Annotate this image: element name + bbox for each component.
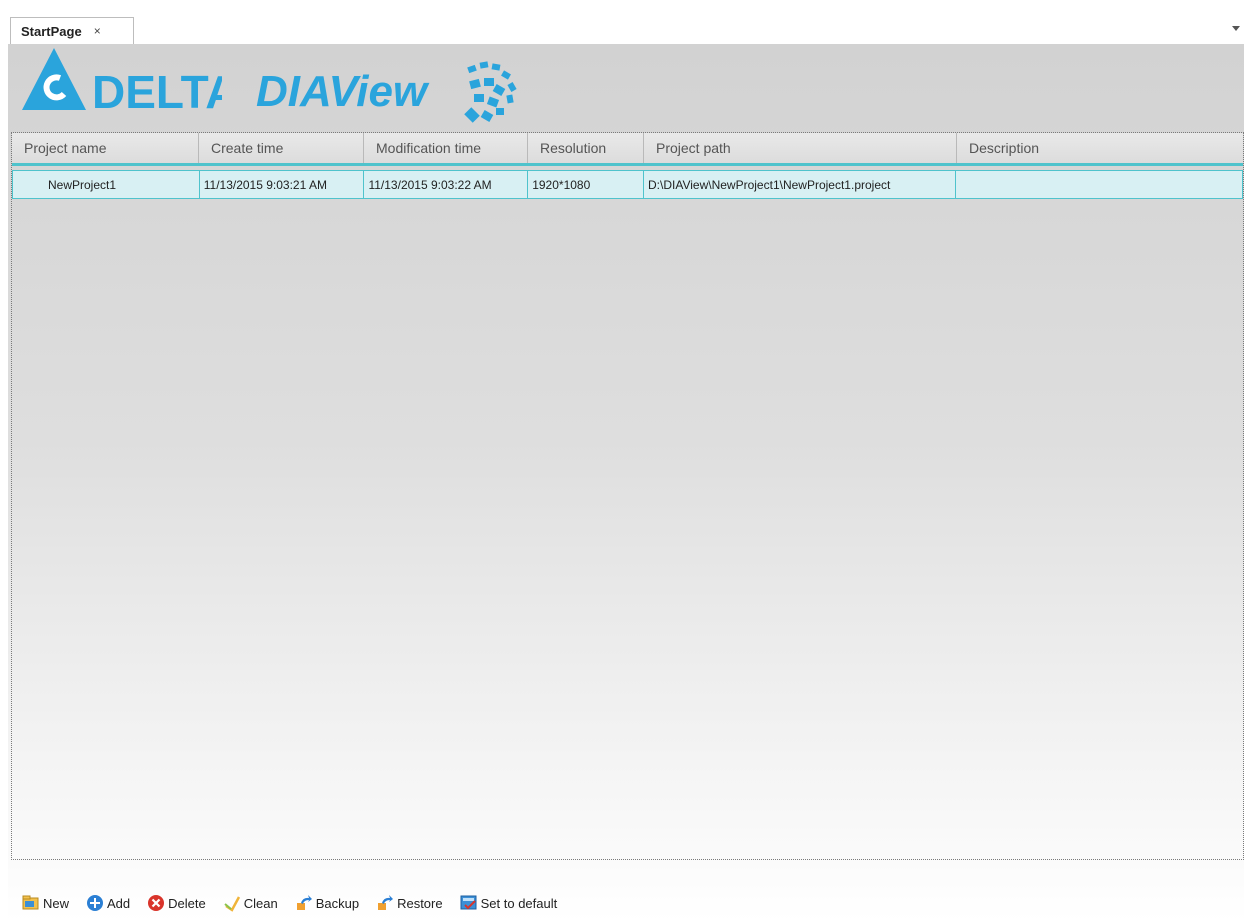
cell-project-path: D:\DIAView\NewProject1\NewProject1.proje… (644, 171, 957, 198)
column-create-time[interactable]: Create time (199, 133, 364, 163)
column-modification-time[interactable]: Modification time (364, 133, 528, 163)
clean-icon (224, 896, 240, 912)
restore-button[interactable]: Restore (376, 894, 443, 912)
grid-header: Project name Create time Modification ti… (12, 133, 1243, 166)
add-label: Add (107, 895, 131, 911)
backup-label: Backup (315, 895, 360, 911)
column-project-path[interactable]: Project path (644, 133, 957, 163)
restore-icon (378, 895, 394, 910)
set-to-default-label: Set to default (480, 895, 558, 911)
cell-create-time: 11/13/2015 9:03:21 AM (200, 171, 365, 198)
chevron-down-icon[interactable] (1232, 26, 1240, 31)
restore-label: Restore (397, 895, 443, 911)
logo-area: DELTA DIAView (8, 44, 1244, 132)
column-resolution[interactable]: Resolution (528, 133, 644, 163)
brand-text: DELTA (92, 66, 222, 118)
set-to-default-button[interactable]: Set to default (460, 894, 558, 912)
backup-icon (296, 895, 312, 910)
delete-icon (148, 895, 165, 911)
tab-bar: StartPage × (0, 0, 1244, 44)
table-row[interactable]: NewProject1 11/13/2015 9:03:21 AM 11/13/… (12, 170, 1243, 199)
project-grid: Project name Create time Modification ti… (11, 132, 1244, 860)
product-text: DIAView (256, 67, 430, 116)
cell-description (956, 171, 1242, 198)
cell-resolution: 1920*1080 (528, 171, 645, 198)
diaview-logo: DIAView (256, 61, 517, 123)
start-page-content: DELTA DIAView Project name Create time M… (8, 44, 1244, 922)
delta-logo: DELTA (22, 48, 222, 118)
bottom-toolbar: New Add Delete Clean Backup Restore Set … (0, 884, 1244, 922)
set-default-icon (460, 895, 477, 910)
clean-label: Clean (243, 895, 278, 911)
new-label: New (43, 895, 70, 911)
tab-label: StartPage (21, 23, 82, 39)
delete-label: Delete (168, 895, 206, 911)
new-folder-icon (22, 895, 39, 910)
column-project-name[interactable]: Project name (12, 133, 199, 163)
new-button[interactable]: New (22, 895, 69, 911)
delete-button[interactable]: Delete (147, 894, 206, 912)
clean-button[interactable]: Clean (223, 894, 278, 912)
tab-startpage[interactable]: StartPage × (10, 17, 134, 44)
close-icon[interactable]: × (94, 24, 101, 38)
column-description[interactable]: Description (957, 133, 1243, 163)
add-button[interactable]: Add (86, 894, 130, 912)
cell-modification-time: 11/13/2015 9:03:22 AM (364, 171, 529, 198)
add-icon (87, 895, 104, 911)
cell-project-name: NewProject1 (13, 171, 200, 198)
backup-button[interactable]: Backup (295, 894, 359, 912)
